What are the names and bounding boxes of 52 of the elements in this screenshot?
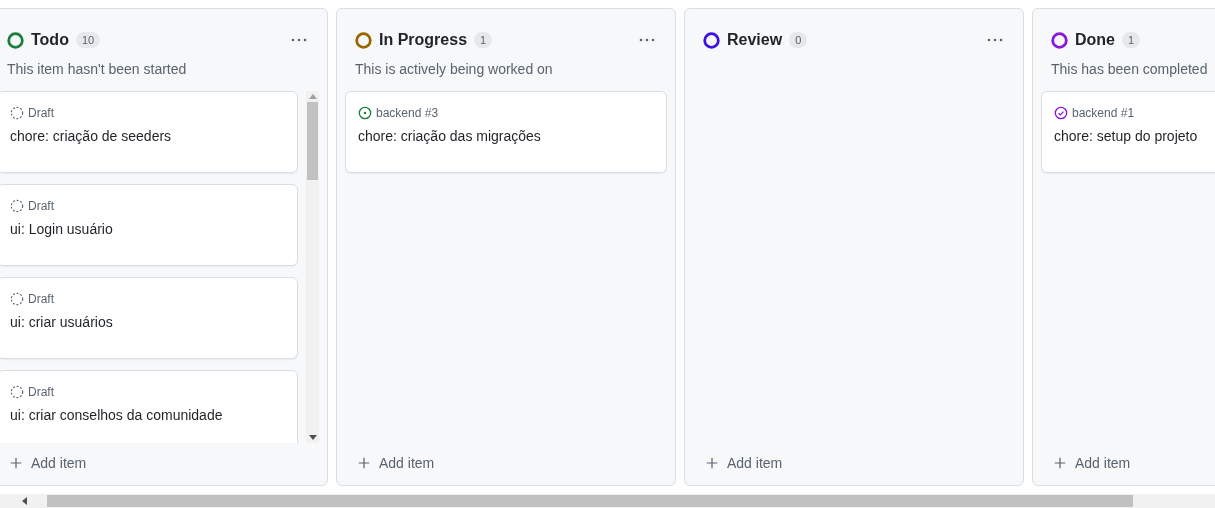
column-description: This is actively being worked on [354, 60, 554, 79]
scroll-down-icon[interactable] [308, 435, 317, 440]
column-title: Done [1075, 31, 1115, 49]
plus-icon [357, 456, 371, 470]
item-card[interactable]: backend #3 chore: criação das migrações [345, 91, 667, 173]
dots-icon [291, 38, 307, 42]
plus-icon [1053, 456, 1067, 470]
item-card[interactable]: backend #1 chore: setup do projeto [1041, 91, 1215, 173]
item-reference: backend #3 [376, 106, 439, 120]
item-reference: Draft [28, 106, 54, 120]
item-title: chore: criação de seeders [10, 128, 173, 144]
item-reference: Draft [28, 199, 54, 213]
scrollbar-thumb[interactable] [47, 495, 1133, 507]
item-count: 1 [1122, 32, 1141, 48]
open-issue-icon [358, 106, 372, 120]
plus-icon [9, 456, 23, 470]
column-title: Todo [31, 31, 69, 49]
item-count: 0 [789, 32, 808, 48]
item-card[interactable]: Draft ui: criar usuários [0, 277, 298, 359]
item-title: ui: Login usuário [10, 221, 114, 237]
item-reference: backend #1 [1072, 106, 1135, 120]
draft-icon [10, 292, 24, 306]
item-reference: Draft [28, 385, 54, 399]
dots-icon [987, 38, 1003, 42]
add-item-button[interactable]: Add item [1033, 443, 1215, 485]
draft-icon [10, 385, 24, 399]
column-description: This item hasn't been started [6, 60, 188, 79]
scrollbar-thumb[interactable] [307, 102, 318, 180]
item-reference: Draft [28, 292, 54, 306]
column-title: Review [727, 31, 783, 49]
check-circle-icon [1054, 106, 1068, 120]
item-title: chore: setup do projeto [1054, 128, 1199, 144]
item-card[interactable]: Draft ui: criar conselhos da comunidade [0, 370, 298, 443]
add-item-button[interactable]: Add item [685, 443, 1023, 485]
plus-icon [705, 456, 719, 470]
item-count: 1 [474, 32, 493, 48]
column-title: In Progress [379, 31, 468, 49]
scrollbar-track[interactable] [0, 494, 1215, 508]
add-item-button[interactable]: Add item [337, 443, 675, 485]
dots-icon [639, 38, 655, 42]
draft-icon [10, 106, 24, 120]
item-title: ui: criar conselhos da comunidade [10, 407, 224, 423]
item-title: chore: criação das migrações [358, 128, 542, 144]
draft-icon [10, 199, 24, 213]
scroll-left-icon[interactable] [22, 497, 27, 505]
column-description: This has been completed [1050, 60, 1209, 79]
item-card[interactable]: Draft chore: criação de seeders [0, 91, 298, 173]
add-item-button[interactable]: Add item [0, 443, 327, 485]
scrollbar-track[interactable] [306, 91, 319, 443]
item-card[interactable]: Draft ui: Login usuário [0, 184, 298, 266]
item-count: 10 [75, 32, 101, 48]
item-title: ui: criar usuários [10, 314, 114, 330]
